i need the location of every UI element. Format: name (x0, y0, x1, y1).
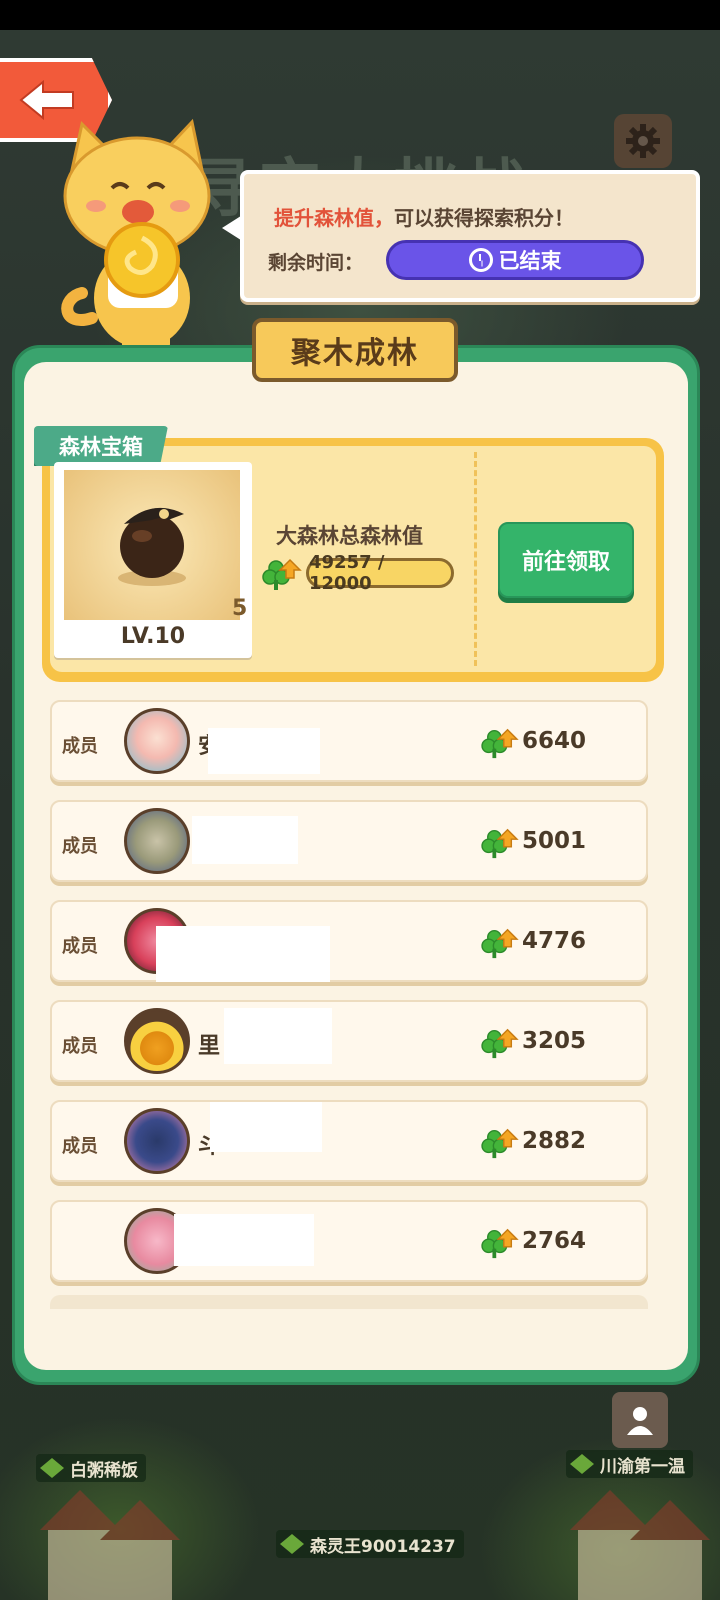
avatar[interactable] (124, 808, 190, 874)
timer-status-text: 已结束 (498, 249, 562, 273)
avatar[interactable] (124, 1008, 190, 1074)
clover-up-icon (481, 1228, 519, 1259)
clock-icon (468, 248, 493, 272)
ticket-divider (474, 452, 477, 666)
member-label: 成员 (62, 836, 98, 857)
member-row[interactable]: 成员 5001 (50, 800, 648, 882)
profile-button[interactable] (612, 1392, 668, 1448)
chest-tag: 森林宝箱 (34, 426, 168, 466)
neighbor-name-left: 白粥稀饭 (70, 1460, 138, 1481)
timer-status: 已结束 (386, 240, 644, 280)
member-score: 5001 (522, 828, 587, 854)
claim-button[interactable]: 前往领取 (498, 522, 634, 598)
chest-count: 5 (232, 596, 248, 621)
house-decoration-icon (570, 1490, 710, 1600)
member-score: 2882 (522, 1128, 587, 1154)
house-decoration-icon (40, 1490, 180, 1600)
bubble-highlight: 提升森林值， (274, 206, 394, 230)
clover-up-icon (481, 1128, 519, 1159)
time-label: 剩余时间： (268, 252, 364, 274)
neighbor-tag-left[interactable]: 白粥稀饭 (36, 1454, 146, 1482)
bubble-message: 提升森林值，可以获得探索积分！ (274, 202, 574, 231)
avatar[interactable] (124, 1108, 190, 1174)
member-label: 成员 (62, 936, 98, 957)
chest-item[interactable]: 5 LV.10 (54, 462, 252, 658)
gear-icon (626, 124, 660, 158)
member-label: 成员 (62, 1136, 98, 1157)
redacted-name-mask (208, 728, 320, 774)
redacted-name-mask (224, 1008, 332, 1064)
redacted-name-mask (192, 816, 298, 864)
neighbor-tag-right[interactable]: 川渝第一温 (566, 1450, 693, 1478)
redacted-name-mask (156, 926, 330, 982)
bubble-rest: 可以获得探索积分！ (394, 206, 574, 230)
member-row[interactable]: 成员 里 3205 (50, 1000, 648, 1082)
neighbor-name-center: 森灵王90014237 (310, 1536, 456, 1557)
member-score: 4776 (522, 928, 587, 954)
member-label: 成员 (62, 736, 98, 757)
clover-up-icon (481, 1028, 519, 1059)
clover-up-icon (481, 828, 519, 859)
member-row[interactable]: 成员 4776 (50, 900, 648, 982)
clover-up-icon (262, 558, 302, 590)
neighbor-tag-center[interactable]: 森灵王90014237 (276, 1530, 464, 1558)
member-score: 2764 (522, 1228, 587, 1254)
home-marker-icon (280, 1534, 304, 1554)
member-score: 3205 (522, 1028, 587, 1054)
settings-button[interactable] (614, 114, 672, 168)
cat-mascot-icon (61, 118, 211, 350)
member-name: 里 (198, 1034, 221, 1059)
redacted-name-mask (210, 1102, 322, 1152)
member-row[interactable]: 成员 安 6640 (50, 700, 648, 782)
forest-value-label: 大森林总森林值 (276, 524, 423, 548)
avatar[interactable] (124, 708, 190, 774)
home-marker-icon (40, 1458, 64, 1478)
chest-item-background: 5 (64, 470, 247, 621)
status-bar (0, 0, 720, 30)
user-icon (627, 1407, 653, 1435)
member-score: 6640 (522, 728, 587, 754)
member-row[interactable]: 2764 (50, 1200, 648, 1282)
redacted-name-mask (174, 1214, 314, 1266)
member-label: 成员 (62, 1036, 98, 1057)
neighbor-name-right: 川渝第一温 (600, 1456, 685, 1477)
clover-up-icon (481, 728, 519, 759)
home-marker-icon (570, 1454, 594, 1474)
clover-up-icon (481, 928, 519, 959)
member-row[interactable]: 成员 斗 2882 (50, 1100, 648, 1182)
treasure-chest-icon (118, 507, 186, 586)
panel-title: 聚木成林 (252, 318, 458, 382)
member-row-partial (50, 1295, 648, 1309)
info-bubble: 提升森林值，可以获得探索积分！ 剩余时间： 已结束 (222, 170, 700, 302)
chest-level: LV.10 (120, 624, 186, 649)
forest-progress: 49257 / 12000 (306, 552, 454, 594)
arrow-left-icon (19, 80, 74, 120)
